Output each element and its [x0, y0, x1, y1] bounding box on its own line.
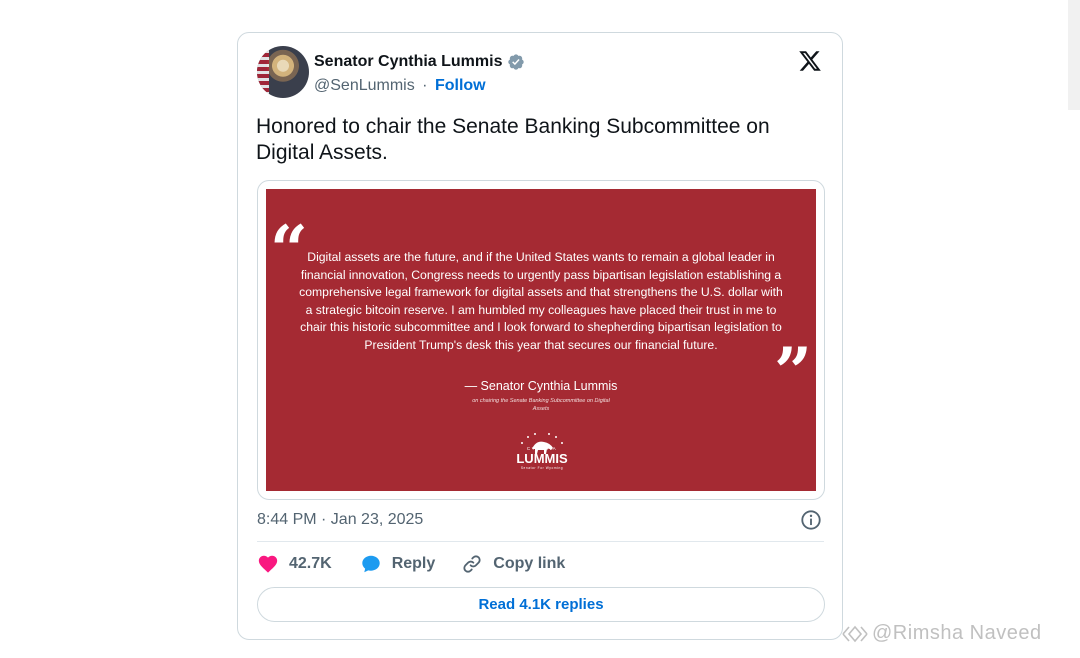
reply-label: Reply [391, 555, 436, 572]
reply-button[interactable]: Reply [360, 553, 436, 575]
close-quote-mark: ” [774, 333, 812, 411]
link-icon [463, 555, 481, 573]
avatar[interactable] [257, 46, 309, 98]
divider [257, 541, 824, 542]
verified-badge-icon [508, 54, 525, 70]
x-logo-icon[interactable] [798, 49, 822, 73]
quote-attribution: — Senator Cynthia Lummis [464, 379, 618, 393]
author-name-row: Senator Cynthia Lummis [314, 53, 525, 71]
read-replies-button[interactable]: Read 4.1K replies [257, 587, 825, 622]
tweet-text: Honored to chair the Senate Banking Subc… [256, 115, 770, 164]
tweet-actions: 42.7K Reply Copy link [257, 552, 565, 576]
author-handle[interactable]: @SenLummis [314, 77, 415, 94]
like-button[interactable]: 42.7K [257, 553, 332, 575]
watermark-text: @Rimsha Naveed [872, 622, 1042, 644]
embedded-tweet-card: Senator Cynthia Lummis @SenLummis · Foll… [237, 32, 843, 640]
info-icon[interactable] [800, 509, 822, 531]
like-count: 42.7K [289, 555, 332, 572]
copy-link-label: Copy link [493, 555, 566, 572]
page-scrollbar[interactable] [1068, 0, 1080, 110]
tweet-media[interactable]: “ Digital assets are the future, and if … [257, 180, 825, 500]
reply-bubble-icon [361, 555, 380, 573]
tweet-timestamp[interactable]: 8:44 PM · Jan 23, 2025 [257, 511, 423, 529]
quote-graphic: “ Digital assets are the future, and if … [266, 189, 816, 491]
logo-name-text: LUMMIS [516, 451, 568, 466]
logo-sub-text: Senator For Wyoming [521, 466, 563, 470]
lummis-logo: CYNTHIA LUMMIS Senator For Wyoming [516, 433, 568, 470]
follow-button[interactable]: Follow [435, 77, 486, 94]
quote-attribution-sub: on chairing the Senate Banking Subcommit… [472, 398, 610, 412]
quote-text: Digital assets are the future, and if th… [299, 250, 783, 352]
copy-link-button[interactable]: Copy link [461, 553, 565, 575]
separator-dot: · [422, 77, 428, 94]
diamond-logo-icon [842, 625, 868, 642]
heart-icon [258, 555, 278, 573]
author-display-name[interactable]: Senator Cynthia Lummis [314, 53, 502, 71]
author-handle-row: @SenLummis · Follow [314, 77, 486, 95]
watermark: @Rimsha Naveed [842, 622, 1042, 645]
